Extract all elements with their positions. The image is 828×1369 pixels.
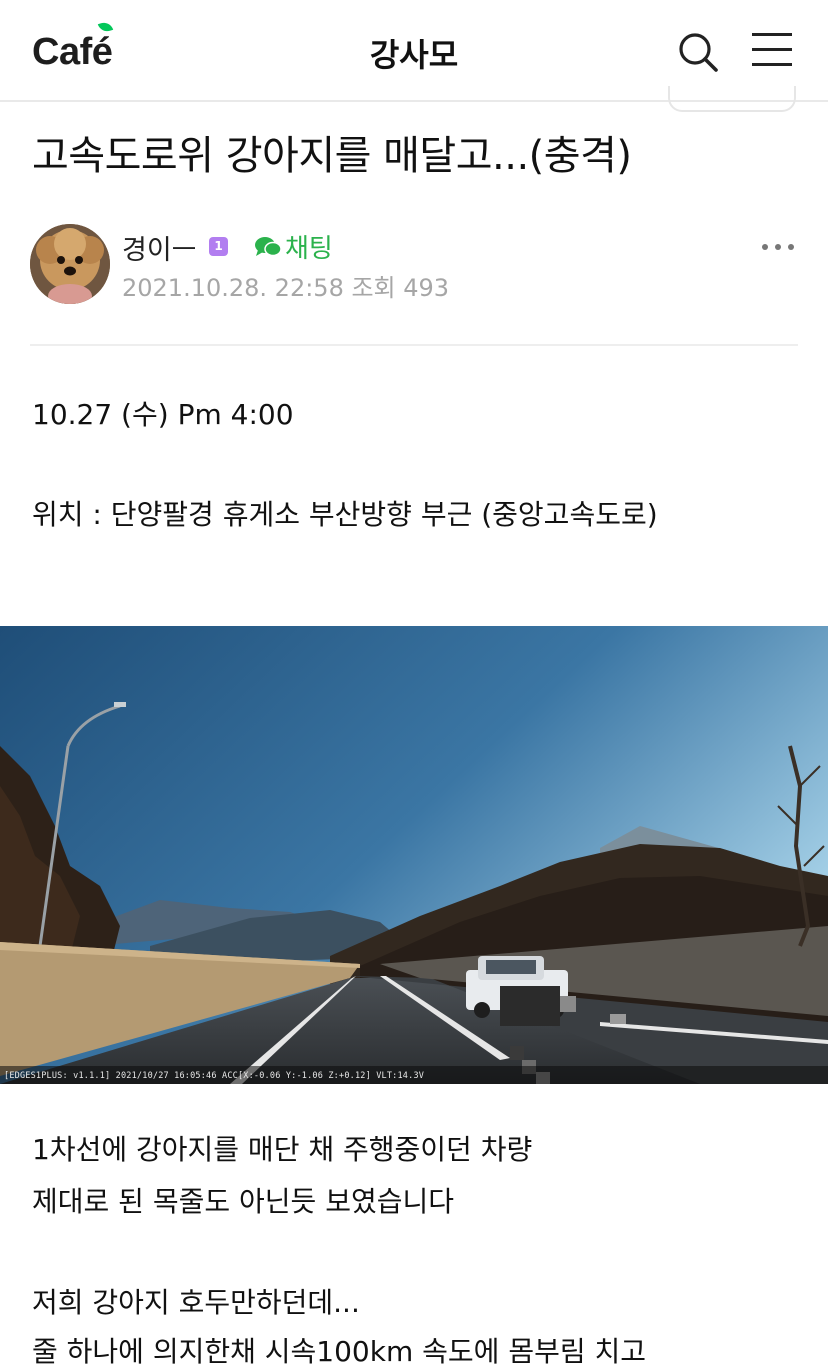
body-paragraph-line: 줄 하나에 의지한채 시속100km 속도에 몸부림 치고 [32, 1335, 647, 1368]
member-level-badge: 1 [209, 237, 228, 256]
search-button[interactable] [676, 30, 720, 74]
dashcam-scene [0, 626, 828, 1084]
post-date-views: 2021.10.28. 22:58 조회 493 [122, 274, 450, 302]
more-dots-icon [762, 244, 768, 250]
hamburger-menu-icon [752, 33, 792, 66]
logo-text: Caf [32, 31, 92, 73]
author-avatar[interactable] [30, 224, 110, 304]
body-paragraph-line: 1차선에 강아지를 매단 채 주행중이던 차량 [32, 1133, 533, 1166]
more-options-button[interactable] [758, 234, 798, 260]
author-name[interactable]: 경이ㅡ [122, 228, 197, 267]
chat-label: 채팅 [285, 234, 333, 264]
post-title: 고속도로위 강아지를 매달고...(충격) [32, 133, 632, 179]
avatar-image [30, 224, 110, 304]
chat-bubble-icon [255, 236, 282, 256]
dashcam-overlay-text: [EDGES1PLUS: v1.1.1] 2021/10/27 16:05:46… [4, 1071, 425, 1081]
body-paragraph-line: 저희 강아지 호두만하던데... [32, 1286, 360, 1319]
menu-button[interactable] [750, 30, 794, 70]
body-date-line: 10.27 (수) Pm 4:00 [32, 398, 294, 431]
logo-text-accent: é [91, 31, 113, 73]
partially-hidden-button[interactable] [668, 86, 796, 112]
dashcam-image[interactable] [0, 626, 828, 1084]
cafe-logo[interactable]: Caf é [32, 20, 113, 74]
chat-button[interactable]: 채팅 [254, 228, 333, 265]
body-paragraph-line: 제대로 된 목줄도 아닌듯 보였습니다 [32, 1185, 455, 1218]
search-icon [679, 33, 718, 72]
header-divider [30, 344, 798, 346]
body-location-line: 위치 : 단양팔경 휴게소 부산방향 부근 (중앙고속도로) [32, 498, 658, 531]
